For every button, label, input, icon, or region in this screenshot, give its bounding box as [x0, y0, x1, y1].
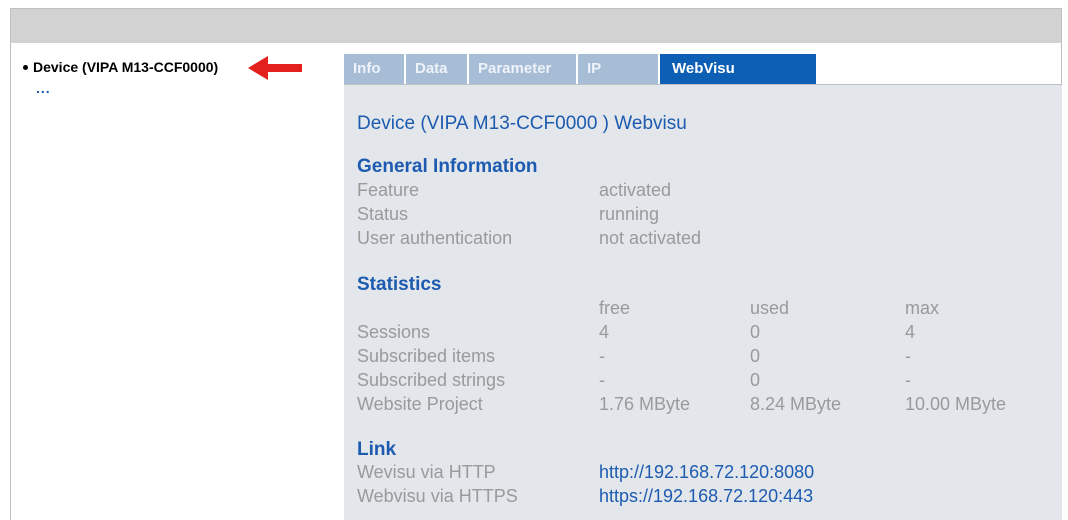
column-used: used	[750, 298, 790, 318]
tab-ip[interactable]: IP	[578, 54, 658, 84]
subscribed-strings-label: Subscribed strings	[357, 370, 506, 390]
feature-label: Feature	[357, 180, 420, 200]
sessions-used: 0	[750, 322, 761, 342]
subscribed-items-label: Subscribed items	[357, 346, 496, 366]
panel-title: Device (VIPA M13-CCF0000 ) Webvisu	[357, 113, 687, 134]
bullet-icon	[23, 64, 28, 70]
subscribed-strings-free: -	[599, 370, 605, 390]
subscribed-items-free: -	[599, 346, 605, 366]
tree-item-device[interactable]: Device (VIPA M13-CCF0000)	[23, 59, 218, 75]
https-link[interactable]: https://192.168.72.120:443	[599, 486, 813, 507]
http-link[interactable]: http://192.168.72.120:8080	[599, 462, 814, 483]
website-project-label: Website Project	[357, 394, 483, 414]
website-project-max: 10.00 MByte	[905, 394, 1007, 414]
subscribed-items-max: -	[905, 346, 911, 366]
website-project-used: 8.24 MByte	[750, 394, 842, 414]
sessions-free: 4	[599, 322, 610, 342]
tab-info[interactable]: Info	[344, 54, 404, 84]
webvisu-panel: Device (VIPA M13-CCF0000 ) Webvisu Gener…	[344, 85, 1062, 520]
sessions-max: 4	[905, 322, 916, 342]
general-information-heading: General Information	[357, 156, 538, 177]
user-authentication-value: not activated	[599, 228, 702, 248]
link-heading: Link	[357, 439, 397, 460]
statistics-heading: Statistics	[357, 274, 442, 295]
tab-webvisu[interactable]: WebVisu	[660, 54, 816, 84]
tree-item-more[interactable]: ...	[36, 80, 51, 96]
tree-item-device-label: Device (VIPA M13-CCF0000)	[33, 59, 219, 75]
status-label: Status	[357, 204, 409, 224]
top-bar	[11, 9, 1061, 43]
red-arrow-icon	[248, 56, 302, 80]
subscribed-strings-used: 0	[750, 370, 761, 390]
user-authentication-label: User authentication	[357, 228, 513, 248]
column-free: free	[599, 298, 631, 318]
sessions-label: Sessions	[357, 322, 431, 342]
https-link-label: Webvisu via HTTPS	[357, 486, 518, 506]
subscribed-items-used: 0	[750, 346, 761, 366]
tab-data[interactable]: Data	[406, 54, 467, 84]
website-project-free: 1.76 MByte	[599, 394, 691, 414]
feature-value: activated	[599, 180, 672, 200]
subscribed-strings-max: -	[905, 370, 911, 390]
tab-parameter[interactable]: Parameter	[469, 54, 576, 84]
status-value: running	[599, 204, 660, 224]
http-link-label: Wevisu via HTTP	[357, 462, 496, 482]
tab-bar: Info Data Parameter IP WebVisu	[344, 54, 1062, 84]
column-max: max	[905, 298, 940, 318]
